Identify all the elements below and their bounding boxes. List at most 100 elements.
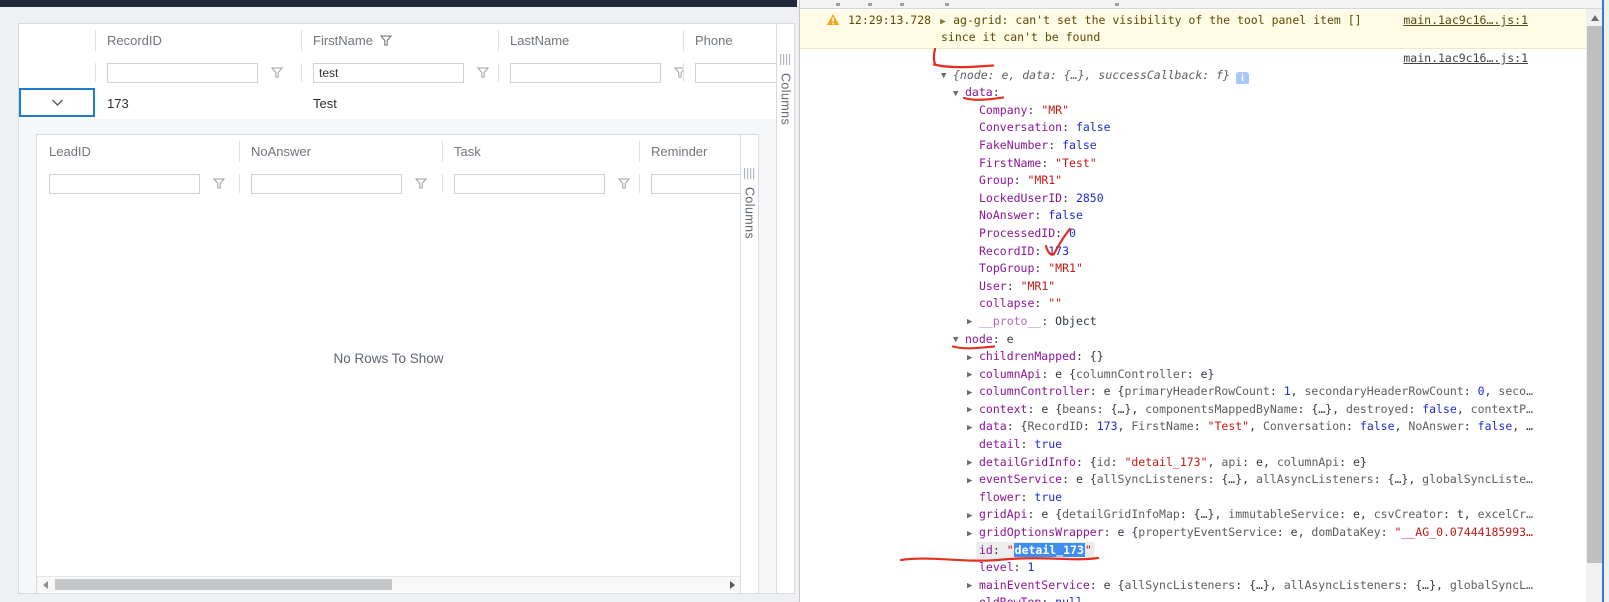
console-tree-row[interactable]: RecordID: 173 (800, 243, 1586, 261)
console-tree-row[interactable]: FirstName: "Test" (800, 155, 1586, 173)
column-header-firstname[interactable]: FirstName (301, 24, 498, 57)
expand-arrow-icon[interactable]: ▶ (967, 508, 979, 524)
column-header-label: LeadID (49, 144, 91, 159)
filter-funnel-icon[interactable] (271, 67, 283, 78)
console-tree-row[interactable]: ▼ node: e (800, 331, 1586, 349)
expand-arrow-icon[interactable]: ▶ (967, 526, 979, 542)
column-header-reminder[interactable]: Reminder (639, 135, 740, 168)
expand-arrow-icon[interactable]: ▶ (967, 578, 979, 594)
console-token: : (1193, 419, 1208, 434)
console-tree-row[interactable]: id: "detail_173" (800, 542, 1586, 560)
console-tree-row[interactable]: ▼ {node: e, data: {…}, successCallback: f… (800, 67, 1586, 85)
columns-tab-label: Columns (778, 73, 793, 126)
cell-recordid[interactable]: 173 (95, 88, 301, 119)
console-token: e (1075, 472, 1083, 487)
column-header-noanswer[interactable]: NoAnswer (239, 135, 442, 168)
column-separator (639, 174, 640, 193)
master-columns-tab[interactable]: Columns (777, 54, 794, 125)
detail-columns-tab[interactable]: Columns (741, 168, 758, 239)
scrollbar-thumb[interactable] (1587, 26, 1602, 563)
filter-funnel-icon[interactable] (477, 67, 489, 78)
column-header-phone[interactable]: Phone (683, 24, 776, 57)
console-tree-row[interactable]: FakeNumber: false (800, 137, 1586, 155)
console-tree-row[interactable]: ▶ gridOptionsWrapper: e {propertyEventSer… (800, 524, 1586, 542)
scrollbar-thumb[interactable] (55, 579, 392, 590)
console-tree-row[interactable]: level: 1 (800, 559, 1586, 577)
source-link[interactable]: main.1ac9c16….js:1 (1403, 13, 1528, 27)
expand-arrow-icon[interactable]: ▶ (967, 367, 979, 383)
row-text: flower: true (979, 490, 1062, 504)
master-grid-data-row[interactable]: 173 Test (19, 88, 776, 120)
console-tree-row[interactable]: ▶ gridApi: e {detailGridInfoMap: {…}, imm… (800, 506, 1586, 524)
console-tree-row[interactable]: NoAnswer: false (800, 207, 1586, 225)
row-text: FirstName: "Test" (979, 156, 1097, 170)
source-link[interactable]: main.1ac9c16….js:1 (1403, 50, 1528, 67)
row-text: level: 1 (979, 560, 1034, 574)
console-tree-row[interactable]: TopGroup: "MR1" (800, 260, 1586, 278)
expand-arrow-icon[interactable]: ▶ (967, 455, 979, 471)
console-warning-entry[interactable]: 12:29:13.728 ▶ ag-grid: can't set the visi… (800, 10, 1586, 49)
console-tree-row[interactable]: ▶ __proto__: Object (800, 313, 1586, 331)
console-tree-row[interactable]: oldRowTop: null (800, 594, 1586, 602)
expand-arrow-icon[interactable]: ▶ (967, 350, 979, 366)
info-icon[interactable]: i (1235, 71, 1249, 85)
console-tree-row[interactable]: collapse: "" (800, 295, 1586, 313)
phone-filter-input[interactable] (695, 62, 776, 83)
leadid-filter-input[interactable] (49, 173, 200, 194)
console-tree-row[interactable]: ▶ columnApi: e {columnController: e} (800, 366, 1586, 384)
console-token: : (1041, 155, 1056, 170)
filter-funnel-icon[interactable] (674, 67, 683, 78)
console-tree-row[interactable]: flower: true (800, 489, 1586, 507)
row-expander-cell[interactable] (19, 88, 95, 117)
column-header-task[interactable]: Task (442, 135, 639, 168)
firstname-filter-input[interactable] (313, 62, 464, 83)
console-tree-row[interactable]: ▶ eventService: e {allSyncListeners: {…},… (800, 471, 1586, 489)
filter-funnel-icon[interactable] (618, 178, 630, 189)
console-tree-row[interactable]: Group: "MR1" (800, 172, 1586, 190)
scroll-left-button[interactable] (37, 577, 53, 592)
console-tree-row[interactable]: ▶ columnController: e {primaryHeaderRowCo… (800, 383, 1586, 401)
cell-firstname[interactable]: Test (301, 88, 498, 119)
expand-arrow-icon[interactable]: ▼ (953, 86, 965, 102)
console-tree-row[interactable]: Conversation: false (800, 119, 1586, 137)
console-tree-row[interactable]: User: "MR1" (800, 278, 1586, 296)
expand-arrow-icon[interactable]: ▼ (953, 332, 965, 348)
task-filter-input[interactable] (454, 173, 605, 194)
vertical-scrollbar[interactable] (1586, 9, 1603, 602)
scroll-right-button[interactable] (724, 577, 740, 592)
expand-arrow-icon[interactable]: ▶ (967, 314, 979, 330)
expand-arrow-icon[interactable]: ▶ (967, 385, 979, 401)
console-tree-row[interactable]: detail: true (800, 436, 1586, 454)
scroll-up-button[interactable] (1586, 11, 1603, 25)
console-tree-row[interactable]: Company: "MR" (800, 102, 1586, 120)
console-tree-row[interactable]: ▶ childrenMapped: {} (800, 348, 1586, 366)
filter-funnel-icon[interactable] (415, 178, 427, 189)
console-tree-row[interactable]: ▶ data: {RecordID: 173, FirstName: "Test"… (800, 418, 1586, 436)
console-log-area: 12:29:13.739 getDetailRowData main.1ac9c… (800, 49, 1586, 602)
lastname-filter-input[interactable] (510, 62, 661, 83)
filter-cell-firstname (301, 57, 498, 88)
expand-arrow-icon[interactable]: ▶ (940, 13, 953, 30)
console-tree-row[interactable]: ▶ context: e {beans: {…}, componentsMappe… (800, 401, 1586, 419)
console-log-entry[interactable]: 12:29:13.739 getDetailRowData main.1ac9c… (800, 49, 1586, 67)
console-tree-row[interactable]: ▼ data: (800, 84, 1586, 102)
console-tree-row[interactable]: ▶ mainEventService: e {allSyncListeners: … (800, 577, 1586, 595)
expand-arrow-icon[interactable]: ▶ (967, 420, 979, 436)
active-filter-icon[interactable] (379, 35, 392, 46)
expand-arrow-icon[interactable]: ▶ (967, 473, 979, 489)
console-token: level (979, 560, 1014, 575)
column-header-lastname[interactable]: LastName (498, 24, 683, 57)
expand-arrow-icon[interactable]: ▶ (967, 402, 979, 418)
filter-funnel-icon[interactable] (213, 178, 225, 189)
console-tree-row[interactable]: ProcessedID: 0 (800, 225, 1586, 243)
expand-arrow-icon[interactable]: ▼ (941, 68, 953, 84)
reminder-filter-input[interactable] (651, 173, 740, 194)
noanswer-filter-input[interactable] (251, 173, 402, 194)
horizontal-scrollbar[interactable] (37, 576, 740, 592)
console-tree-row[interactable]: LockedUserID: 2850 (800, 190, 1586, 208)
column-header-recordid[interactable]: RecordID (95, 24, 301, 57)
recordid-filter-input[interactable] (107, 62, 258, 83)
column-header-leadid[interactable]: LeadID (37, 135, 239, 168)
console-token: , (1207, 454, 1222, 469)
console-tree-row[interactable]: ▶ detailGridInfo: {id: "detail_173", api:… (800, 454, 1586, 472)
